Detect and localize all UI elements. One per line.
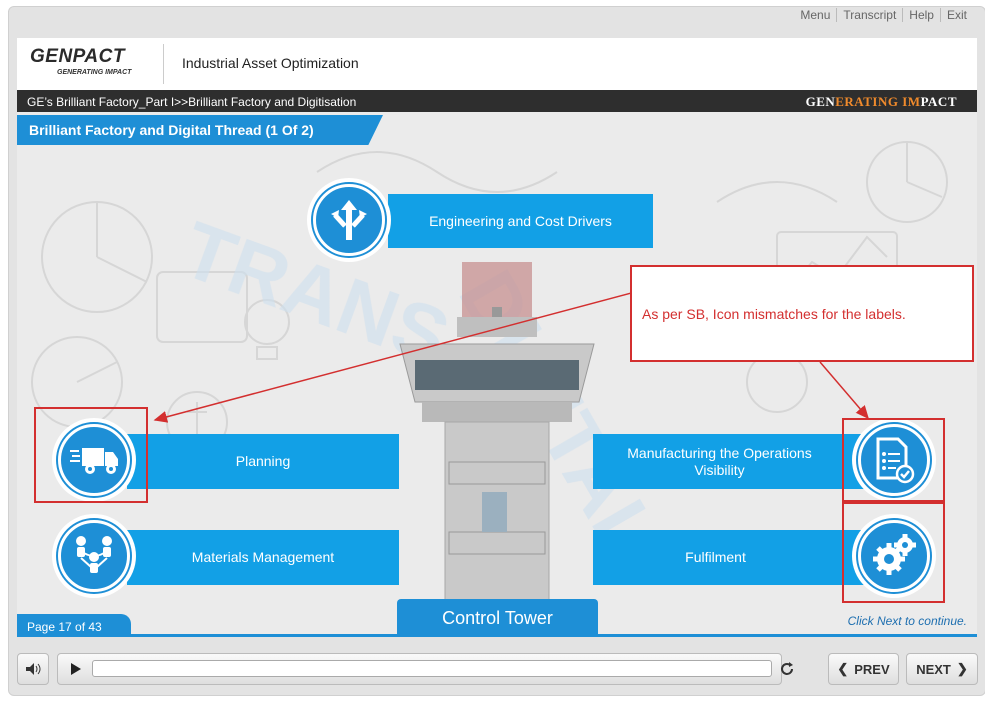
player-controls: ❮ PREV NEXT ❯ [17,651,978,687]
footer-rule [17,634,977,637]
prev-label: PREV [854,661,890,677]
next-label: NEXT [916,661,951,677]
seek-bar[interactable] [92,660,772,677]
page-counter: Page 17 of 43 [17,614,131,636]
speaker-icon [26,663,41,675]
chevron-left-icon: ❮ [837,661,849,676]
replay-icon[interactable] [779,661,795,677]
play-icon[interactable] [70,663,82,675]
volume-button[interactable] [17,653,49,685]
continue-hint: Click Next to continue. [847,614,967,628]
prev-button[interactable]: ❮ PREV [828,653,899,685]
control-tower-label: Control Tower [397,599,598,635]
next-button[interactable]: NEXT ❯ [906,653,978,685]
review-callout: As per SB, Icon mismatches for the label… [630,265,974,362]
chevron-right-icon: ❯ [956,661,968,676]
